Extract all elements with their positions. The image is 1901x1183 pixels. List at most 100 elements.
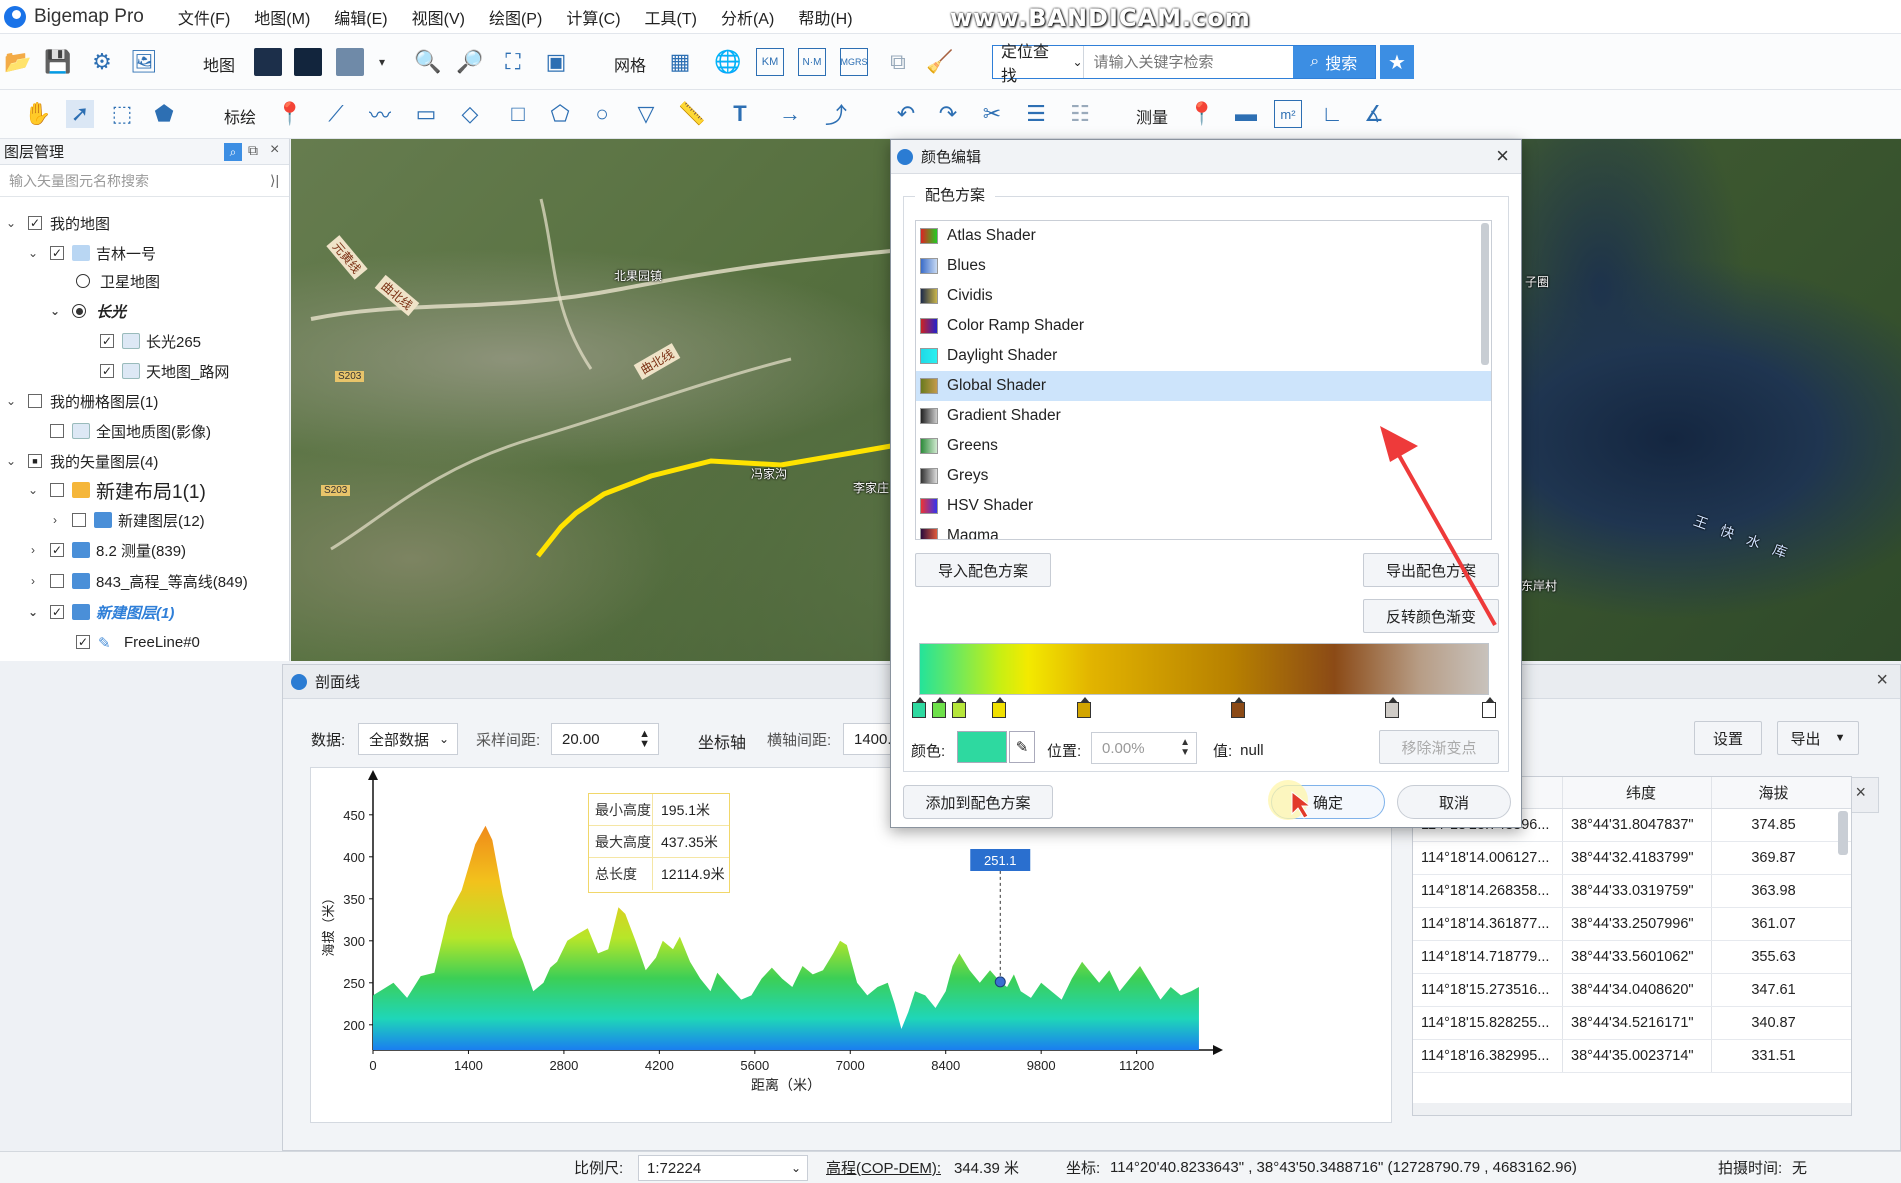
menu-map[interactable]: 地图(M) xyxy=(242,5,322,29)
checkbox[interactable] xyxy=(72,513,86,527)
tree-row[interactable]: › ✓ 8.2 测量(839) xyxy=(0,536,186,564)
image-icon[interactable]: 🖼 xyxy=(130,48,158,76)
freehand-line-icon[interactable]: 〰 xyxy=(366,100,394,128)
gradient-stop-handle[interactable] xyxy=(931,697,946,718)
menu-view[interactable]: 视图(V) xyxy=(400,5,477,29)
mgrs-grid-icon[interactable]: MGRS xyxy=(840,48,868,76)
menu-calc[interactable]: 计算(C) xyxy=(554,5,632,29)
sector-icon[interactable]: ▽ xyxy=(632,100,660,128)
settings-gear-icon[interactable]: ⚙ xyxy=(88,48,116,76)
tree-row[interactable]: ⌄ ✓ 吉林一号 xyxy=(0,239,156,267)
menu-edit[interactable]: 编辑(E) xyxy=(322,5,399,29)
shader-list-item[interactable]: Blues xyxy=(916,251,1491,281)
rectangle-icon[interactable]: ▭ xyxy=(412,100,440,128)
tree-row[interactable]: ⌄ ■ 我的矢量图层(4) xyxy=(0,447,158,475)
tree-row[interactable]: ✓ 天地图_路网 xyxy=(0,357,229,385)
table-scrollbar[interactable] xyxy=(1838,811,1848,855)
checkbox[interactable] xyxy=(28,394,42,408)
gradient-preview[interactable] xyxy=(919,643,1489,695)
shader-list-item[interactable]: Daylight Shader xyxy=(916,341,1491,371)
profile-freeline[interactable] xyxy=(536,443,892,558)
checkbox[interactable] xyxy=(50,424,64,438)
select-polygon-icon[interactable]: ⬟ xyxy=(150,100,178,128)
import-scheme-button[interactable]: 导入配色方案 xyxy=(915,553,1051,587)
gradient-stop-handle[interactable] xyxy=(912,697,926,718)
expand-chevron-icon[interactable]: ⌄ xyxy=(4,454,18,468)
table-h-scrollbar[interactable] xyxy=(1413,1103,1851,1115)
data-select[interactable]: 全部数据 ⌄ xyxy=(358,723,458,755)
measure-point-icon[interactable]: 📍 xyxy=(1188,100,1216,128)
column-header[interactable]: 海拔 xyxy=(1712,777,1835,808)
gradient-stop-handle[interactable] xyxy=(1385,697,1400,718)
export-button[interactable]: 导出 ▼ xyxy=(1777,721,1859,755)
eyedropper-icon[interactable]: ✎ xyxy=(1009,731,1035,763)
close-icon[interactable]: × xyxy=(1855,782,1866,803)
expand-chevron-icon[interactable]: ⌄ xyxy=(26,246,40,260)
expand-chevron-right-icon[interactable]: › xyxy=(26,574,40,588)
scissors-icon[interactable]: ✂ xyxy=(978,100,1006,128)
float-window-icon[interactable]: ⧉ xyxy=(248,142,258,159)
satellite-map-icon[interactable] xyxy=(336,48,364,76)
checkbox[interactable]: ✓ xyxy=(100,334,114,348)
gradient-stop-handle[interactable] xyxy=(1077,697,1092,718)
checkbox[interactable]: ✓ xyxy=(50,543,64,557)
menu-tools[interactable]: 工具(T) xyxy=(633,5,709,29)
table-row[interactable]: 114°18'14.006127... 38°44'32.4183799" 369.… xyxy=(1413,842,1851,875)
tree-row[interactable]: ⌄ ✓ 新建图层(1) xyxy=(0,598,174,626)
table-row[interactable]: 114°18'16.382995... 38°44'35.0023714" 331.… xyxy=(1413,1040,1851,1073)
search-input[interactable] xyxy=(1083,46,1293,78)
shader-list-item[interactable]: Global Shader xyxy=(916,371,1491,401)
save-icon[interactable]: 💾 xyxy=(44,48,72,76)
checkbox[interactable]: ■ xyxy=(28,454,42,468)
night-map-icon[interactable] xyxy=(254,48,282,76)
attribute-table-icon[interactable]: ☰ xyxy=(1022,100,1050,128)
open-folder-icon[interactable]: 📂 xyxy=(4,48,32,76)
shader-list-item[interactable]: Color Ramp Shader xyxy=(916,311,1491,341)
gradient-stop-handle[interactable] xyxy=(951,697,966,718)
close-icon[interactable]: × xyxy=(1876,669,1888,692)
zoom-extent-icon[interactable]: ⛶ xyxy=(499,48,527,76)
cancel-button[interactable]: 取消 xyxy=(1397,785,1511,819)
shader-list-item[interactable]: Atlas Shader xyxy=(916,221,1491,251)
square-icon[interactable]: □ xyxy=(504,100,532,128)
close-icon[interactable]: × xyxy=(1496,143,1509,169)
map-dropdown-chevron-icon[interactable]: ▾ xyxy=(368,48,396,76)
tree-row[interactable]: ⌄ 长光 xyxy=(0,297,126,325)
menu-file[interactable]: 文件(F) xyxy=(166,5,242,29)
expand-chevron-icon[interactable]: ⌄ xyxy=(26,483,40,497)
layer-search-icon[interactable]: ⌕ xyxy=(224,143,242,161)
spin-arrows-icon[interactable]: ▲ ▼ xyxy=(1180,738,1190,758)
favorite-star-icon[interactable]: ★ xyxy=(1380,45,1414,79)
table-row[interactable]: 114°18'14.718779... 38°44'33.5601062" 355.… xyxy=(1413,941,1851,974)
layer-search-field[interactable]: 输入矢量图元名称搜索 ⟩| xyxy=(0,165,289,197)
arrow-icon[interactable]: → xyxy=(776,100,804,128)
checkbox[interactable] xyxy=(50,574,64,588)
search-button[interactable]: ⌕ 搜索 xyxy=(1292,46,1375,78)
scale-select[interactable]: 1:72224 ⌄ xyxy=(638,1155,808,1181)
measure-height-icon[interactable]: ∟ xyxy=(1318,100,1346,128)
expand-chevron-icon[interactable]: ⌄ xyxy=(4,394,18,408)
expand-chevron-right-icon[interactable]: › xyxy=(26,543,40,557)
tree-row[interactable]: ✓ ✎ FreeLine#0 xyxy=(0,628,200,656)
grid-icon[interactable]: ▦ xyxy=(666,48,694,76)
globe-dark-icon[interactable] xyxy=(294,48,322,76)
tree-row[interactable]: ✓ 长光265 xyxy=(0,327,201,355)
radio-button[interactable] xyxy=(76,274,90,288)
full-view-icon[interactable]: ▣ xyxy=(542,48,570,76)
measure-angle-icon[interactable]: ∡ xyxy=(1360,100,1388,128)
select-box-icon[interactable]: ⬚ xyxy=(108,100,136,128)
zoom-out-icon[interactable]: 🔎 xyxy=(456,48,484,76)
expand-chevron-icon[interactable]: ⌄ xyxy=(26,605,40,619)
measure-area-icon[interactable]: m² xyxy=(1274,100,1302,128)
polyline-icon[interactable]: ⟋ xyxy=(322,100,350,128)
tree-row[interactable]: 全国地质图(影像) xyxy=(0,417,211,445)
gradient-stop-handle[interactable] xyxy=(1482,697,1496,718)
select-arrow-icon[interactable]: ➚ xyxy=(66,100,94,128)
position-spinbox[interactable]: 0.00% ▲ ▼ xyxy=(1091,732,1197,764)
km-grid-icon[interactable]: KM xyxy=(756,48,784,76)
gradient-stop-handle[interactable] xyxy=(1231,697,1246,718)
checkbox[interactable]: ✓ xyxy=(50,246,64,260)
list-icon[interactable]: ☷ xyxy=(1066,100,1094,128)
undo-icon[interactable]: ↶ xyxy=(892,100,920,128)
clear-brush-icon[interactable]: 🧹 xyxy=(926,48,954,76)
